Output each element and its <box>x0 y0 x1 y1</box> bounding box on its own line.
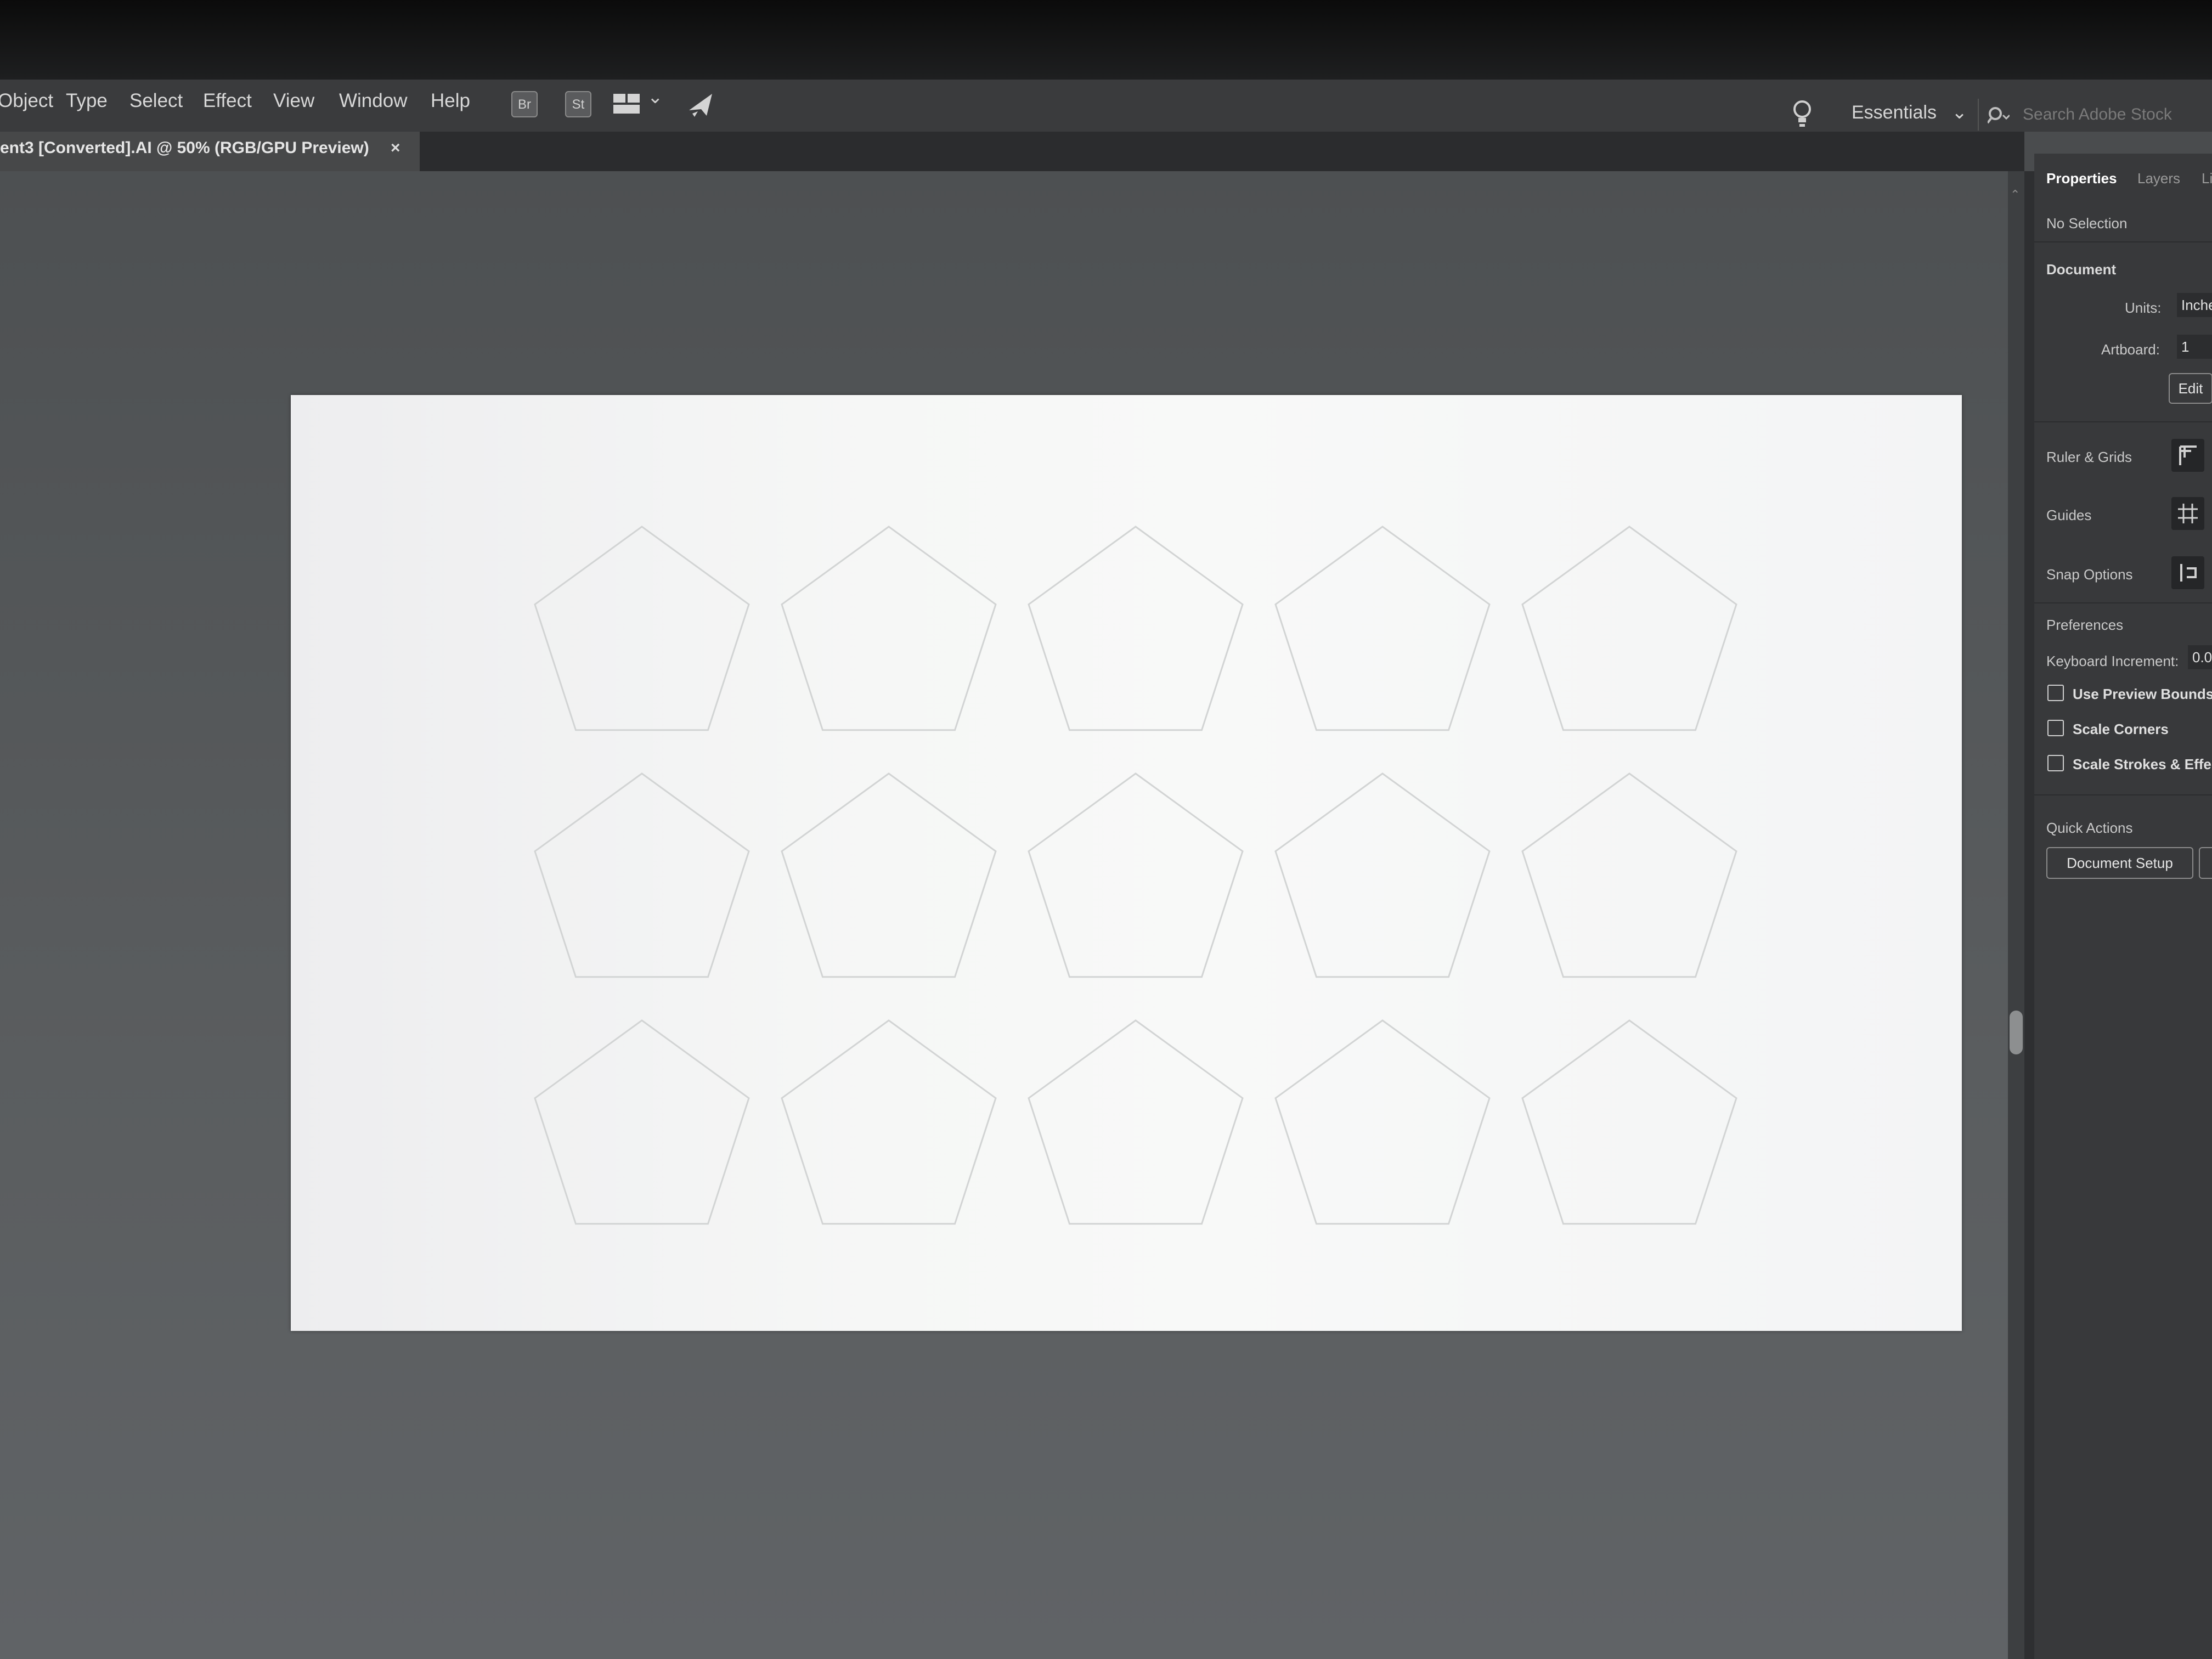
panel-separator <box>2034 794 2212 795</box>
panel-separator <box>2034 241 2212 242</box>
document-setup-button[interactable]: Document Setup <box>2046 847 2193 879</box>
document-tab-bar: ent3 [Converted].AI @ 50% (RGB/GPU Previ… <box>0 132 2024 171</box>
artboard-label: Artboard: <box>2101 341 2160 358</box>
ruler-icon[interactable] <box>2171 439 2204 472</box>
pentagon-shape[interactable] <box>1521 526 1737 731</box>
pentagon-shape[interactable] <box>781 1019 997 1225</box>
guides-icon[interactable] <box>2171 497 2204 530</box>
pentagon-shape[interactable] <box>1028 1019 1244 1225</box>
snap-options-icon[interactable] <box>2171 556 2204 589</box>
menu-object[interactable]: Object <box>0 80 53 132</box>
pentagon-shape[interactable] <box>781 526 997 731</box>
pentagon-shape[interactable] <box>534 772 750 978</box>
guides-label: Guides <box>2046 507 2092 523</box>
snap-options-label: Snap Options <box>2046 566 2133 583</box>
menu-view[interactable]: View <box>273 80 314 132</box>
tab-layers[interactable]: Layers <box>2137 170 2180 187</box>
menu-bar: Object Type Select Effect View Window He… <box>0 80 2212 132</box>
pentagon-shape[interactable] <box>1028 772 1244 978</box>
menu-type[interactable]: Type <box>66 80 108 132</box>
canvas-area[interactable] <box>0 171 2008 1659</box>
scale-corners-checkbox[interactable] <box>2047 720 2064 736</box>
use-preview-bounds-label: Use Preview Bounds <box>2073 686 2212 702</box>
scale-corners-label: Scale Corners <box>2073 721 2169 737</box>
scrollbar-thumb[interactable] <box>2010 1011 2023 1054</box>
pentagon-shape[interactable] <box>534 526 750 731</box>
units-label: Units: <box>2125 300 2162 316</box>
keyboard-increment-input[interactable]: 0.0 <box>2188 645 2212 669</box>
pentagon-shape[interactable] <box>1274 1019 1491 1225</box>
edit-artboards-button[interactable]: Edit <box>2169 373 2212 404</box>
panel-divider <box>2024 171 2034 1659</box>
lightbulb-icon[interactable] <box>1791 99 1813 129</box>
workspace-switcher[interactable]: Essentials ⌄ <box>1852 101 1967 123</box>
chevron-down-icon: ⌄ <box>1951 102 1967 123</box>
document-tab-title: ent3 [Converted].AI @ 50% (RGB/GPU Previ… <box>0 139 369 157</box>
artboard-select[interactable]: 1 <box>2177 335 2212 359</box>
preferences-button[interactable] <box>2199 847 2212 879</box>
units-select[interactable]: Inches <box>2177 293 2212 317</box>
bridge-button[interactable]: Br <box>511 91 538 117</box>
menu-help[interactable]: Help <box>431 80 470 132</box>
pentagon-shape[interactable] <box>534 1019 750 1225</box>
arrange-documents-icon[interactable] <box>613 94 641 114</box>
use-preview-bounds-checkbox[interactable] <box>2047 685 2064 701</box>
pentagon-shape[interactable] <box>781 772 997 978</box>
menu-select[interactable]: Select <box>129 80 183 132</box>
pentagon-shape[interactable] <box>1521 1019 1737 1225</box>
pentagon-shape[interactable] <box>1274 526 1491 731</box>
artboard-artwork <box>534 526 1737 1225</box>
quick-actions-label: Quick Actions <box>2046 820 2133 836</box>
stock-button[interactable]: St <box>565 91 591 117</box>
panel-separator <box>2034 602 2212 603</box>
workspace-label: Essentials <box>1852 102 1937 123</box>
pentagon-shape[interactable] <box>1028 526 1244 731</box>
close-icon[interactable]: × <box>391 132 400 165</box>
tab-properties[interactable]: Properties <box>2046 170 2117 187</box>
menu-window[interactable]: Window <box>339 80 407 132</box>
scroll-up-arrow-icon[interactable]: ⌃ <box>2010 188 2020 202</box>
scale-strokes-effects-checkbox[interactable] <box>2047 755 2064 771</box>
document-tab[interactable]: ent3 [Converted].AI @ 50% (RGB/GPU Previ… <box>0 132 420 171</box>
menu-effect[interactable]: Effect <box>203 80 252 132</box>
pentagon-shape[interactable] <box>1521 772 1737 978</box>
search-icon <box>1988 107 2010 124</box>
ruler-grids-label: Ruler & Grids <box>2046 449 2132 465</box>
rocket-icon[interactable] <box>685 89 718 122</box>
document-header: Document <box>2046 261 2117 278</box>
properties-panel: Properties Layers Li No Selection Docume… <box>2034 154 2212 1659</box>
stock-search-input[interactable]: Search Adobe Stock <box>1978 99 2212 131</box>
artboard[interactable] <box>291 395 1962 1331</box>
selection-status: No Selection <box>2046 215 2128 232</box>
monitor-bezel <box>0 0 2212 80</box>
chevron-down-icon[interactable]: ⌄ <box>647 86 663 108</box>
search-placeholder: Search Adobe Stock <box>2023 105 2172 123</box>
pentagon-shape[interactable] <box>1274 772 1491 978</box>
preferences-label: Preferences <box>2046 617 2124 633</box>
keyboard-increment-label: Keyboard Increment: <box>2046 653 2179 669</box>
vertical-scrollbar[interactable]: ⌃ <box>2008 171 2024 1659</box>
scale-strokes-effects-label: Scale Strokes & Effects <box>2073 756 2212 772</box>
tab-libraries[interactable]: Li <box>2202 170 2212 187</box>
panel-separator <box>2034 421 2212 422</box>
